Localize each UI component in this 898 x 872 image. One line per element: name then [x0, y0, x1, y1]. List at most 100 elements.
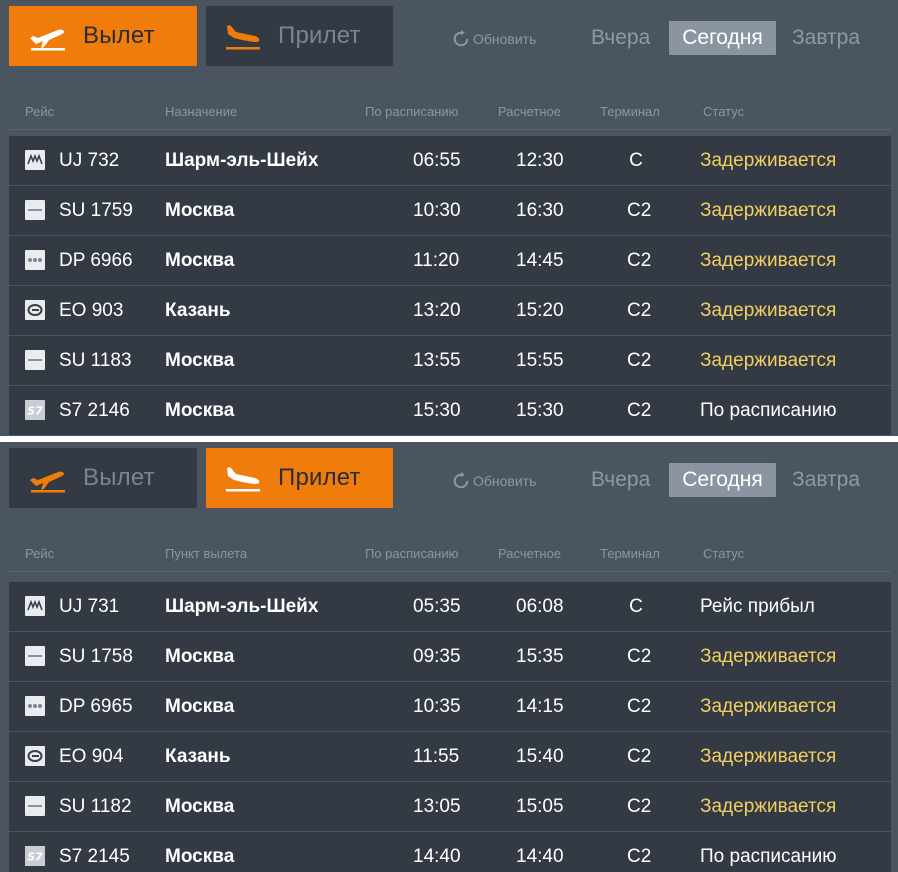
col-estimated: Расчетное — [498, 104, 561, 119]
estimated-time: 15:20 — [516, 300, 564, 321]
scheduled-time: 05:35 — [413, 596, 461, 617]
flight-status: Рейс прибыл — [700, 596, 815, 617]
arrival-tab[interactable]: Прилет — [206, 6, 393, 66]
flight-status: Задерживается — [700, 796, 837, 817]
uj-logo-icon — [25, 150, 45, 170]
day-today[interactable]: Сегодня — [669, 463, 776, 497]
refresh-icon — [453, 472, 469, 489]
eo-logo-icon — [25, 746, 45, 766]
terminal: C2 — [627, 250, 652, 271]
table-row[interactable]: S7 S7 2146 Москва 15:30 15:30 C2 По расп… — [9, 386, 891, 436]
terminal: C2 — [627, 646, 652, 667]
origin: Шарм-эль-Шейх — [165, 596, 319, 617]
destination: Казань — [165, 300, 231, 321]
col-status: Статус — [703, 104, 745, 119]
arrival-tab-label: Прилет — [278, 464, 361, 491]
table-row[interactable]: UJ 732 Шарм-эль-Шейх 06:55 12:30 C Задер… — [9, 136, 891, 186]
table-row[interactable]: DP 6965 Москва 10:35 14:15 C2 Задерживае… — [9, 682, 891, 732]
departures-panel: Вылет Прилет Обновить Вчера Сегодня Завт… — [0, 0, 898, 436]
day-yesterday[interactable]: Вчера — [591, 21, 650, 55]
col-origin: Пункт вылета — [165, 546, 248, 561]
terminal: C2 — [627, 696, 652, 717]
header-divider — [9, 129, 891, 130]
estimated-time: 15:55 — [516, 350, 564, 371]
estimated-time: 15:05 — [516, 796, 564, 817]
plane-landing-icon — [226, 25, 260, 50]
col-flight: Рейс — [25, 546, 55, 561]
arrival-tab-label: Прилет — [278, 22, 361, 49]
terminal: C — [629, 596, 643, 617]
table-row[interactable]: SU 1758 Москва 09:35 15:35 C2 Задерживае… — [9, 632, 891, 682]
origin: Москва — [165, 646, 235, 667]
origin: Москва — [165, 846, 235, 867]
su-logo-icon — [25, 646, 45, 666]
estimated-time: 14:45 — [516, 250, 564, 271]
table-row[interactable]: EO 904 Казань 11:55 15:40 C2 Задерживает… — [9, 732, 891, 782]
flight-status: Задерживается — [700, 646, 837, 667]
estimated-time: 15:35 — [516, 646, 564, 667]
terminal: C2 — [627, 796, 652, 817]
destination: Москва — [165, 200, 235, 221]
plane-takeoff-icon — [30, 471, 65, 493]
plane-takeoff-icon — [30, 29, 65, 51]
svg-text:S7: S7 — [27, 405, 43, 418]
estimated-time: 15:30 — [516, 400, 564, 421]
col-flight: Рейс — [25, 104, 55, 119]
table-row[interactable]: SU 1182 Москва 13:05 15:05 C2 Задерживае… — [9, 782, 891, 832]
svg-text:S7: S7 — [27, 851, 43, 864]
s7-logo-icon: S7 — [25, 400, 45, 420]
table-row[interactable]: DP 6966 Москва 11:20 14:45 C2 Задерживае… — [9, 236, 891, 286]
dp-logo-icon — [25, 696, 45, 716]
uj-logo-icon — [25, 596, 45, 616]
col-status: Статус — [703, 546, 745, 561]
day-yesterday[interactable]: Вчера — [591, 463, 650, 497]
table-row[interactable]: UJ 731 Шарм-эль-Шейх 05:35 06:08 C Рейс … — [9, 582, 891, 632]
origin: Москва — [165, 696, 235, 717]
table-row[interactable]: EO 903 Казань 13:20 15:20 C2 Задерживает… — [9, 286, 891, 336]
eo-logo-icon — [25, 300, 45, 320]
scheduled-time: 10:30 — [413, 200, 461, 221]
terminal: C2 — [627, 400, 652, 421]
col-scheduled: По расписанию — [365, 104, 459, 119]
table-row[interactable]: SU 1759 Москва 10:30 16:30 C2 Задерживае… — [9, 186, 891, 236]
table-row[interactable]: S7 S7 2145 Москва 14:40 14:40 C2 По расп… — [9, 832, 891, 872]
terminal: C2 — [627, 350, 652, 371]
flight-number: DP 6966 — [59, 250, 133, 271]
arrival-tab[interactable]: Прилет — [206, 448, 393, 508]
day-today[interactable]: Сегодня — [669, 21, 776, 55]
plane-landing-icon — [226, 467, 260, 492]
estimated-time: 12:30 — [516, 150, 564, 171]
scheduled-time: 09:35 — [413, 646, 461, 667]
day-tomorrow[interactable]: Завтра — [792, 463, 860, 497]
estimated-time: 14:40 — [516, 846, 564, 867]
flight-number: DP 6965 — [59, 696, 133, 717]
destination: Москва — [165, 400, 235, 421]
table-row[interactable]: SU 1183 Москва 13:55 15:55 C2 Задерживае… — [9, 336, 891, 386]
terminal: C — [629, 150, 643, 171]
flight-number: SU 1183 — [59, 350, 132, 371]
flight-status: Задерживается — [700, 696, 837, 717]
refresh-label: Обновить — [473, 473, 537, 489]
col-terminal: Терминал — [600, 104, 660, 119]
flight-number: UJ 732 — [59, 150, 120, 171]
flight-status: По расписанию — [700, 400, 837, 421]
flight-status: Задерживается — [700, 200, 837, 221]
flight-status: По расписанию — [700, 846, 837, 867]
flight-number: EO 904 — [59, 746, 124, 767]
flight-number: SU 1758 — [59, 646, 133, 667]
scheduled-time: 13:55 — [413, 350, 461, 371]
day-tomorrow[interactable]: Завтра — [792, 21, 860, 55]
terminal: C2 — [627, 846, 652, 867]
col-terminal: Терминал — [600, 546, 660, 561]
scheduled-time: 10:35 — [413, 696, 461, 717]
col-estimated: Расчетное — [498, 546, 561, 561]
flight-number: S7 2145 — [59, 846, 130, 867]
departure-tab[interactable]: Вылет — [9, 6, 197, 66]
su-logo-icon — [25, 796, 45, 816]
refresh-button[interactable]: Обновить — [452, 28, 536, 50]
refresh-button[interactable]: Обновить — [452, 470, 536, 492]
flight-number: S7 2146 — [59, 400, 130, 421]
departure-tab[interactable]: Вылет — [9, 448, 197, 508]
departure-tab-label: Вылет — [83, 464, 155, 491]
flight-number: SU 1759 — [59, 200, 133, 221]
